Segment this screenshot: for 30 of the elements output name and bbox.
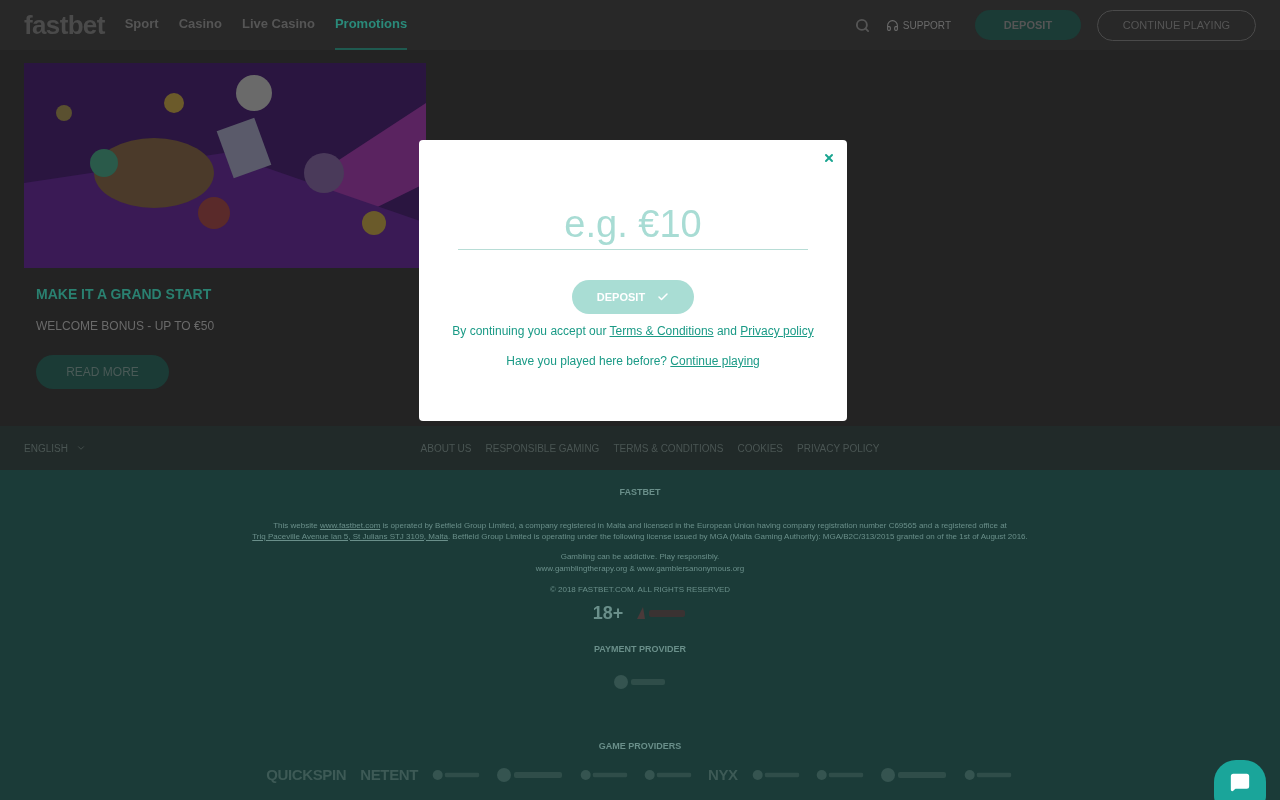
caret-icon <box>75 443 86 453</box>
close-icon[interactable] <box>823 152 835 164</box>
continue-playing-link[interactable]: Continue playing <box>670 354 760 368</box>
terms-link[interactable]: Terms & Conditions <box>609 324 714 338</box>
search-icon[interactable] <box>854 17 870 33</box>
promo-subtitle: WELCOME BONUS - UP TO €50 <box>36 318 215 335</box>
amount-field[interactable]: e.g. €10 <box>458 200 808 250</box>
promo-title: MAKE IT A GRAND START <box>36 285 212 304</box>
played-before-text: Have you played here before? Continue playing <box>506 353 760 370</box>
deposit-button[interactable]: DEPOSIT <box>975 10 1081 40</box>
chat-button[interactable] <box>1214 760 1266 800</box>
nav-tab[interactable]: Promotions <box>334 0 408 50</box>
check-icon <box>657 291 670 303</box>
website-link[interactable]: www.fastbet.com <box>319 520 381 530</box>
gambling-warning: Gambling can be addictive. Play responsibly. <box>560 550 720 563</box>
license-logo <box>635 605 688 621</box>
privacy-link[interactable]: Privacy policy <box>740 324 814 338</box>
headset-icon <box>885 18 899 32</box>
legal-text: This website www.fastbet.com is operated by Betfield Group Limited, a company registered in Malta and licensed in the European Union having company registration number C69565 and a registered office at Triq Paceville Avenue lan 5, St Julians STJ 3109, Malta. Betfield Group Limited is operating under the following license issued by MGA (Malta Gaming Authority): MGA/B2C/313/2015 granted on of the 1st of August 2016. <box>251 519 1029 542</box>
payment-title: PAYMENT PROVIDER <box>594 642 686 656</box>
age-limit-label: 18+ <box>592 601 624 625</box>
address-link[interactable]: Triq Paceville Avenue lan 5, St Julians STJ 3109, Malta <box>252 531 448 541</box>
support-link[interactable]: SUPPORT <box>885 17 951 33</box>
payment-logo <box>613 674 667 690</box>
copyright: © 2018 FASTBET.COM. ALL RIGHTS RESERVED <box>549 583 731 596</box>
terms-text: By continuing you accept our Terms & Conditions and Privacy policy <box>452 323 814 340</box>
chat-icon <box>1230 772 1250 792</box>
footer-brand: FASTBET <box>619 486 661 499</box>
help-links[interactable]: www.gamblingtherapy.org & www.gamblersanonymous.org <box>535 562 745 575</box>
providers-title: GAME PROVIDERS <box>598 740 682 753</box>
